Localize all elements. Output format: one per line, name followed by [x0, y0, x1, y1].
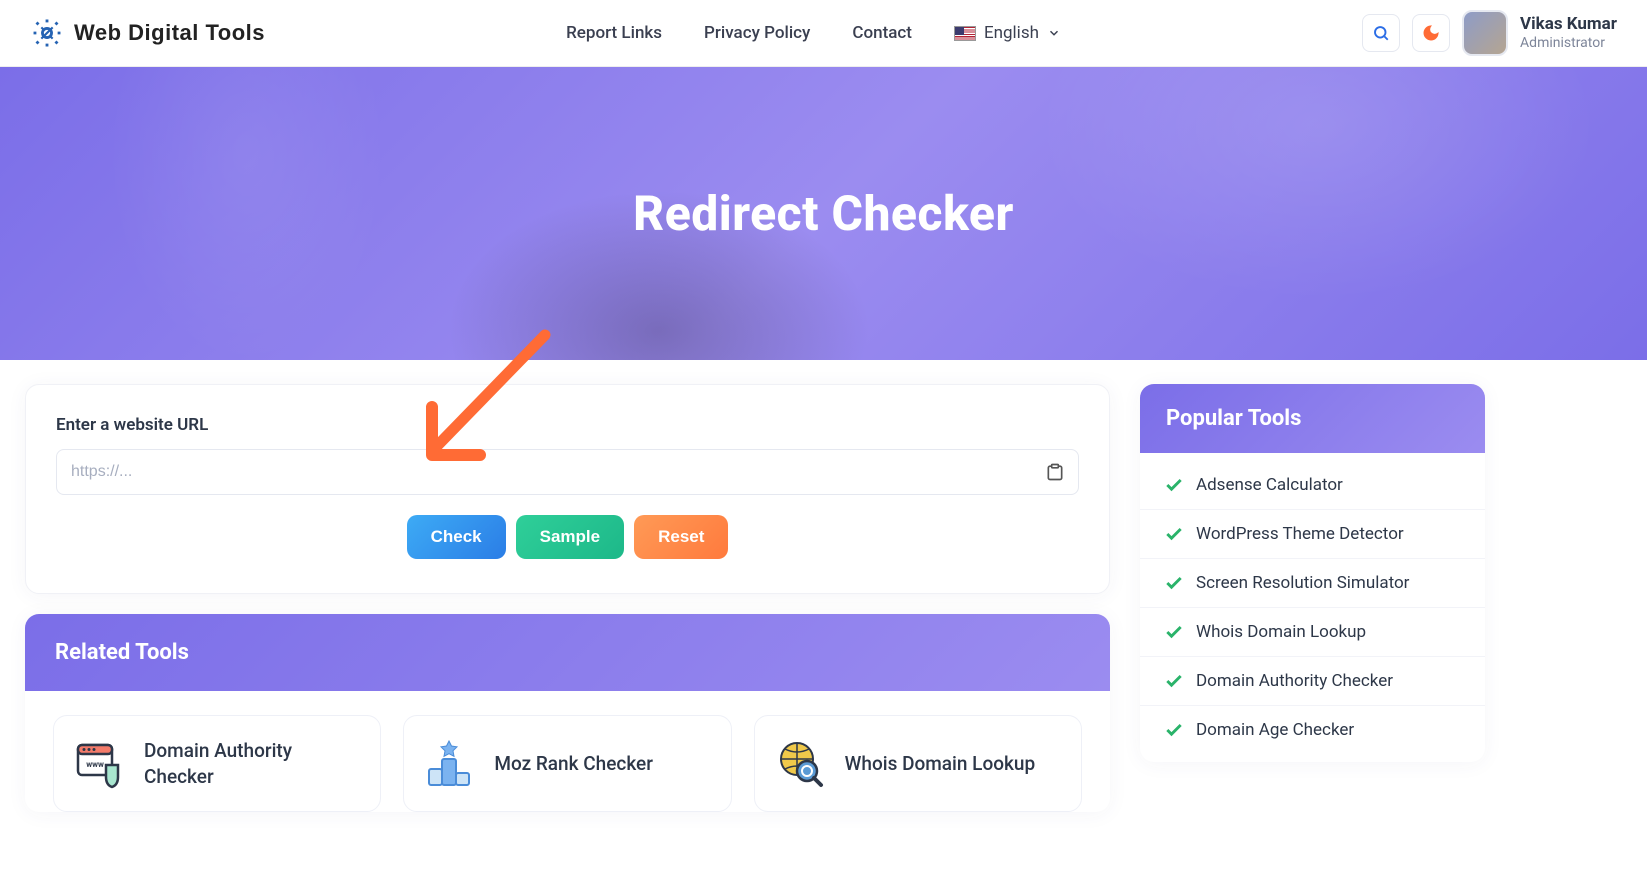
chevron-down-icon — [1047, 26, 1061, 40]
popular-tools-header: Popular Tools — [1140, 384, 1485, 453]
sidebar-item-domain-authority[interactable]: Domain Authority Checker — [1140, 657, 1485, 706]
search-icon — [1372, 24, 1390, 42]
related-tools-grid: www Domain Authority Checker Moz Rank Ch… — [25, 691, 1110, 812]
flag-us-icon — [954, 26, 976, 41]
browser-shield-icon: www — [74, 739, 124, 789]
sidebar-item-whois-lookup[interactable]: Whois Domain Lookup — [1140, 608, 1485, 657]
language-selector[interactable]: English — [954, 23, 1061, 43]
sidebar-item-label: Screen Resolution Simulator — [1196, 573, 1409, 593]
popular-tools-card: Popular Tools Adsense Calculator WordPre… — [1140, 384, 1485, 762]
related-tool-moz-rank[interactable]: Moz Rank Checker — [403, 715, 731, 812]
related-tools-heading: Related Tools — [55, 640, 1080, 665]
globe-search-icon — [775, 739, 825, 789]
brand-name: Web Digital Tools — [74, 20, 265, 46]
related-tool-label: Moz Rank Checker — [494, 751, 653, 777]
hero-banner: Redirect Checker — [0, 67, 1647, 360]
sidebar-item-domain-age[interactable]: Domain Age Checker — [1140, 706, 1485, 754]
top-header: Web Digital Tools Report Links Privacy P… — [0, 0, 1647, 67]
check-icon — [1164, 524, 1184, 544]
user-info[interactable]: Vikas Kumar Administrator — [1520, 14, 1617, 51]
related-tools-card: Related Tools www Domain Authority Check… — [25, 614, 1110, 812]
sidebar-item-label: Adsense Calculator — [1196, 475, 1343, 495]
gear-icon — [30, 16, 64, 50]
related-tool-label: Domain Authority Checker — [144, 738, 360, 789]
language-label: English — [984, 23, 1039, 43]
user-avatar[interactable] — [1462, 10, 1508, 56]
check-icon — [1164, 720, 1184, 740]
url-input-label: Enter a website URL — [56, 415, 1079, 435]
sidebar-item-label: Domain Authority Checker — [1196, 671, 1393, 691]
brand-logo[interactable]: Web Digital Tools — [30, 16, 265, 50]
check-button[interactable]: Check — [407, 515, 506, 559]
related-tools-header: Related Tools — [25, 614, 1110, 691]
check-icon — [1164, 573, 1184, 593]
related-tool-domain-authority[interactable]: www Domain Authority Checker — [53, 715, 381, 812]
sidebar-item-label: Domain Age Checker — [1196, 720, 1354, 740]
header-right-cluster: Vikas Kumar Administrator — [1362, 10, 1617, 56]
sample-button[interactable]: Sample — [516, 515, 624, 559]
popular-tools-heading: Popular Tools — [1166, 406, 1459, 431]
related-tool-label: Whois Domain Lookup — [845, 751, 1036, 777]
url-input[interactable] — [56, 449, 1079, 495]
check-icon — [1164, 671, 1184, 691]
check-icon — [1164, 475, 1184, 495]
dark-mode-toggle[interactable] — [1412, 14, 1450, 52]
main-nav: Report Links Privacy Policy Contact Engl… — [566, 23, 1061, 43]
nav-contact[interactable]: Contact — [852, 23, 912, 43]
user-name: Vikas Kumar — [1520, 14, 1617, 34]
svg-text:www: www — [86, 760, 104, 769]
reset-button[interactable]: Reset — [634, 515, 728, 559]
nav-report-links[interactable]: Report Links — [566, 23, 662, 43]
sidebar-item-adsense-calculator[interactable]: Adsense Calculator — [1140, 461, 1485, 510]
tool-form-card: Enter a website URL Check Sample Reset — [25, 384, 1110, 594]
sidebar-item-label: Whois Domain Lookup — [1196, 622, 1366, 642]
sidebar-item-label: WordPress Theme Detector — [1196, 524, 1404, 544]
user-role: Administrator — [1520, 35, 1617, 52]
moon-icon — [1422, 24, 1440, 42]
sidebar-item-screen-resolution[interactable]: Screen Resolution Simulator — [1140, 559, 1485, 608]
clipboard-icon[interactable] — [1045, 462, 1065, 482]
related-tool-whois[interactable]: Whois Domain Lookup — [754, 715, 1082, 812]
search-button[interactable] — [1362, 14, 1400, 52]
page-title: Redirect Checker — [633, 185, 1014, 242]
nav-privacy-policy[interactable]: Privacy Policy — [704, 23, 810, 43]
sidebar-item-wp-theme-detector[interactable]: WordPress Theme Detector — [1140, 510, 1485, 559]
podium-star-icon — [424, 739, 474, 789]
check-icon — [1164, 622, 1184, 642]
form-button-row: Check Sample Reset — [56, 515, 1079, 559]
url-input-row — [56, 449, 1079, 495]
popular-tools-list: Adsense Calculator WordPress Theme Detec… — [1140, 453, 1485, 762]
